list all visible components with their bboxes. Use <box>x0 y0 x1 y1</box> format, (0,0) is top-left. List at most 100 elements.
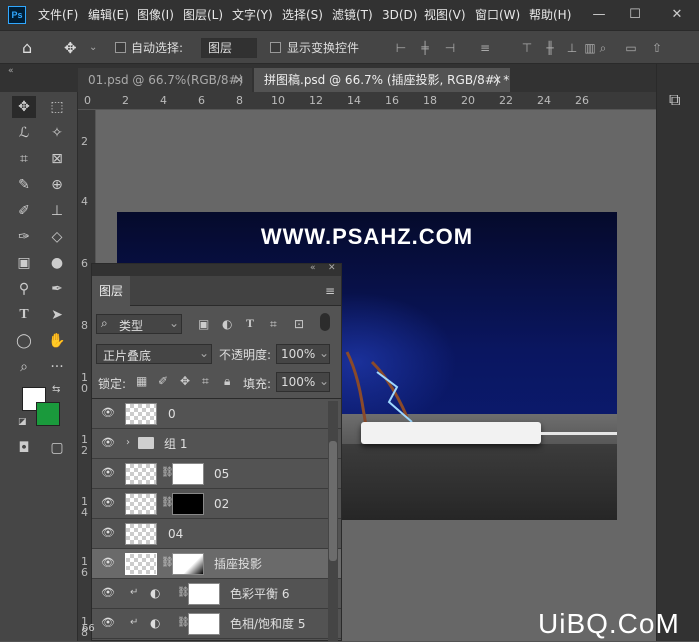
visibility-eye-icon[interactable]: 👁︎ <box>101 587 115 598</box>
adjustment-layer-row[interactable]: 👁︎ ↵ ◐ ⛓︎ 色彩平衡 6 <box>92 579 341 609</box>
search-icon[interactable]: ⌕ <box>596 41 610 55</box>
menu-type[interactable]: 文字(Y) <box>232 0 273 30</box>
lock-position-icon[interactable]: ✥ <box>180 374 190 388</box>
minimize-icon[interactable]: — <box>584 0 614 30</box>
filter-shape-icon[interactable]: ⌗ <box>270 317 277 332</box>
visibility-eye-icon[interactable]: 👁︎ <box>101 527 115 538</box>
frame-tool-icon[interactable]: ⊠ <box>45 148 69 170</box>
chevron-right-icon[interactable]: › <box>126 437 130 448</box>
close-icon[interactable]: ✕ <box>662 0 692 30</box>
visibility-eye-icon[interactable]: 👁︎ <box>101 617 115 628</box>
background-color-swatch[interactable] <box>36 402 60 426</box>
distribute-top-icon[interactable]: ⊤ <box>520 41 534 55</box>
layer-row[interactable]: 👁︎ ⛓︎ 02 <box>92 489 341 519</box>
menu-window[interactable]: 窗口(W) <box>475 0 520 30</box>
distribute-more-icon[interactable]: ▥ <box>583 41 597 55</box>
zoom-indicator[interactable]: 66 <box>82 623 95 634</box>
menu-layer[interactable]: 图层(L) <box>183 0 223 30</box>
layer-row[interactable]: 👁︎ 04 <box>92 519 341 549</box>
share-icon[interactable]: ⇧ <box>650 41 664 55</box>
collapse-panel-icon[interactable]: « <box>310 263 316 273</box>
lock-artboard-icon[interactable]: ⌗ <box>202 374 209 389</box>
marquee-tool-icon[interactable]: ⬚ <box>45 96 69 118</box>
opacity-input[interactable]: 100% ⌄ <box>276 344 330 364</box>
menu-view[interactable]: 视图(V) <box>424 0 466 30</box>
visibility-eye-icon[interactable]: 👁︎ <box>101 407 115 418</box>
layer-row-selected[interactable]: 👁︎ ⛓︎ 插座投影 <box>92 549 341 579</box>
maximize-icon[interactable]: ☐ <box>620 0 650 30</box>
menu-select[interactable]: 选择(S) <box>282 0 323 30</box>
menu-image[interactable]: 图像(I) <box>137 0 174 30</box>
menu-help[interactable]: 帮助(H) <box>529 0 571 30</box>
history-brush-icon[interactable]: ✑ <box>12 226 36 248</box>
eraser-tool-icon[interactable]: ◇ <box>45 226 69 248</box>
stamp-tool-icon[interactable]: ⊥ <box>45 200 69 222</box>
hand-tool-icon[interactable]: ✋ <box>45 330 69 352</box>
layer-mask-thumbnail[interactable] <box>188 583 220 605</box>
default-colors-icon[interactable]: ◪ <box>18 417 27 427</box>
collapse-icon[interactable]: « <box>8 66 14 76</box>
crop-tool-icon[interactable]: ⌗ <box>12 148 36 170</box>
layer-mask-thumbnail[interactable] <box>172 463 204 485</box>
align-top-icon[interactable]: ≡ <box>478 41 492 55</box>
swap-colors-icon[interactable]: ⇆ <box>52 384 60 395</box>
magic-wand-icon[interactable]: ✧ <box>45 122 69 144</box>
distribute-bottom-icon[interactable]: ⊥ <box>565 41 579 55</box>
tab-01-psd[interactable]: 01.psd @ 66.7%(RGB/8#) * ✕ <box>78 68 252 111</box>
layer-row[interactable]: 👁︎ 0 <box>92 399 341 429</box>
filter-pixel-icon[interactable]: ▣ <box>198 317 209 331</box>
lock-all-icon[interactable]: 🔒︎ <box>224 374 230 389</box>
visibility-eye-icon[interactable]: 👁︎ <box>101 467 115 478</box>
panel-drag-bar[interactable]: « ✕ <box>92 263 341 276</box>
tab-close-icon[interactable]: ✕ <box>234 68 244 92</box>
lock-brush-icon[interactable]: ✐ <box>158 374 168 388</box>
menu-filter[interactable]: 滤镜(T) <box>332 0 373 30</box>
filter-toggle[interactable] <box>320 313 330 331</box>
scrollbar-thumb[interactable] <box>329 441 337 561</box>
layer-filter-dropdown[interactable]: ⌕ 类型 ⌄ <box>96 314 182 334</box>
visibility-eye-icon[interactable]: 👁︎ <box>101 557 115 568</box>
menu-edit[interactable]: 编辑(E) <box>88 0 129 30</box>
gradient-tool-icon[interactable]: ▣ <box>12 252 36 274</box>
tab-layers[interactable]: 图层 <box>92 276 130 306</box>
workspace-icon[interactable]: ▭ <box>624 41 638 55</box>
layer-row[interactable]: 👁︎ ⛓︎ 05 <box>92 459 341 489</box>
filter-type-icon[interactable]: T <box>246 316 254 331</box>
fill-input[interactable]: 100% ⌄ <box>276 372 330 392</box>
tab-pintu-psd[interactable]: 拼图稿.psd @ 66.7% (插座投影, RGB/8#) * ✕ <box>254 68 510 92</box>
path-select-icon[interactable]: ➤ <box>45 304 69 326</box>
layer-scrollbar[interactable] <box>328 401 338 641</box>
auto-select-dropdown[interactable]: 图层 <box>201 38 257 58</box>
blend-mode-dropdown[interactable]: 正片叠底 ⌄ <box>96 344 212 364</box>
home-icon[interactable]: ⌂ <box>22 31 32 65</box>
quick-mask-icon[interactable]: ◘ <box>12 437 36 459</box>
align-right-icon[interactable]: ⊣ <box>443 41 457 55</box>
eyedropper-icon[interactable]: ✎ <box>12 174 36 196</box>
filter-adjustment-icon[interactable]: ◐ <box>222 317 232 331</box>
more-tools-icon[interactable]: ··· <box>45 356 69 378</box>
menu-file[interactable]: 文件(F) <box>38 0 78 30</box>
layer-mask-thumbnail[interactable] <box>172 493 204 515</box>
show-transform-checkbox[interactable] <box>270 42 281 53</box>
chevron-down-icon[interactable]: ⌄ <box>89 31 97 65</box>
lasso-tool-icon[interactable]: ℒ <box>12 122 36 144</box>
move-tool-icon[interactable]: ✥ <box>12 96 36 118</box>
screen-mode-icon[interactable]: ▢ <box>45 437 69 459</box>
tab-close-icon[interactable]: ✕ <box>492 68 502 92</box>
zoom-tool-icon[interactable]: ⌕ <box>12 356 36 378</box>
align-center-icon[interactable]: ╪ <box>418 41 432 55</box>
history-panel-icon[interactable]: ⧉ <box>669 90 680 110</box>
layer-mask-thumbnail[interactable] <box>188 613 220 635</box>
filter-smart-icon[interactable]: ⊡ <box>294 317 304 331</box>
blur-tool-icon[interactable]: ● <box>45 252 69 274</box>
layer-group-row[interactable]: 👁︎ › 组 1 <box>92 429 341 459</box>
adjustment-layer-row[interactable]: 👁︎ ↵ ◐ ⛓︎ 色相/饱和度 5 <box>92 609 341 639</box>
lock-pixels-icon[interactable]: ▦ <box>136 374 147 388</box>
dodge-tool-icon[interactable]: ⚲ <box>12 278 36 300</box>
auto-select-checkbox[interactable] <box>115 42 126 53</box>
shape-tool-icon[interactable]: ◯ <box>12 330 36 352</box>
menu-3d[interactable]: 3D(D) <box>382 0 417 30</box>
visibility-eye-icon[interactable]: 👁︎ <box>101 497 115 508</box>
type-tool-icon[interactable]: T <box>12 304 36 326</box>
distribute-middle-icon[interactable]: ╫ <box>543 41 557 55</box>
